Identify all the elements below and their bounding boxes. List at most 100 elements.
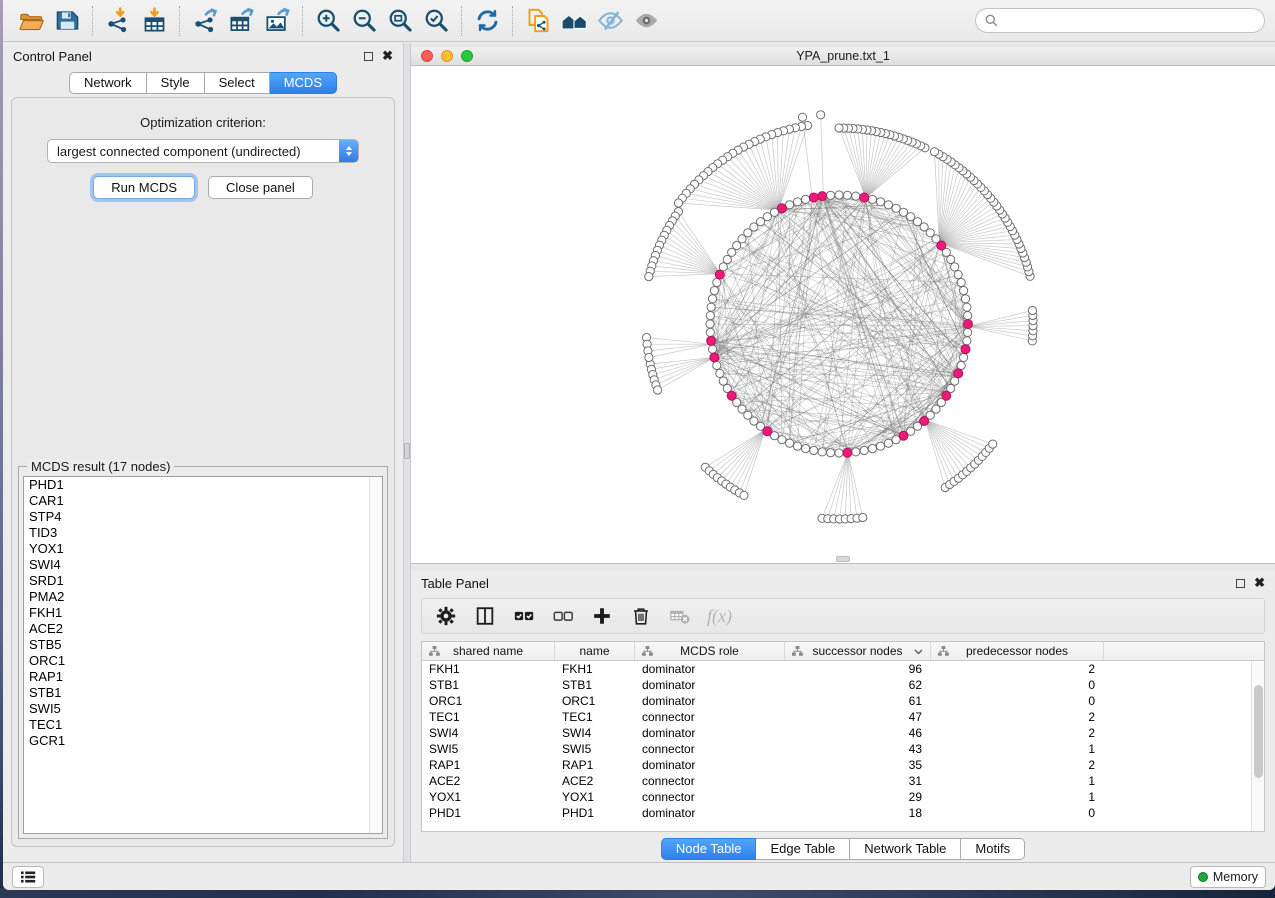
zoom-in-icon[interactable]: [310, 4, 346, 38]
network-canvas[interactable]: [411, 66, 1275, 563]
table-scrollbar-thumb[interactable]: [1254, 685, 1263, 779]
mcds-result-item[interactable]: PHD1: [24, 477, 382, 493]
select-all-icon[interactable]: [512, 604, 536, 628]
mcds-result-item[interactable]: TEC1: [24, 717, 382, 733]
tab-motifs[interactable]: Motifs: [961, 838, 1025, 860]
search-input[interactable]: [1004, 14, 1255, 28]
horizontal-scroll-handle[interactable]: [836, 556, 850, 562]
column-header-shared-name[interactable]: shared name: [422, 642, 555, 660]
table-row[interactable]: RAP1RAP1dominator352: [422, 757, 1264, 773]
delete-column-icon[interactable]: [629, 604, 653, 628]
table-row[interactable]: TEC1TEC1connector472: [422, 709, 1264, 725]
first-neighbors-icon[interactable]: [556, 4, 592, 38]
cell-name: SWI5: [555, 742, 635, 756]
mcds-result-item[interactable]: SWI4: [24, 557, 382, 573]
column-header-predecessor-nodes[interactable]: predecessor nodes: [931, 642, 1104, 660]
mcds-result-item[interactable]: GCR1: [24, 733, 382, 749]
import-network-icon[interactable]: [100, 4, 136, 38]
export-table-icon[interactable]: [223, 4, 259, 38]
column-header-MCDS-role[interactable]: MCDS role: [635, 642, 785, 660]
mcds-result-item[interactable]: SWI5: [24, 701, 382, 717]
mcds-result-item[interactable]: SRD1: [24, 573, 382, 589]
table-row[interactable]: SWI5SWI5connector431: [422, 741, 1264, 757]
mcds-result-items: PHD1CAR1STP4TID3YOX1SWI4SRD1PMA2FKH1ACE2…: [24, 477, 382, 749]
close-panel-button[interactable]: Close panel: [208, 176, 313, 199]
mcds-result-item[interactable]: STB1: [24, 685, 382, 701]
table-row[interactable]: FKH1FKH1dominator962: [422, 661, 1264, 677]
cell-name: RAP1: [555, 758, 635, 772]
panel-list-button[interactable]: [12, 866, 44, 888]
optimization-criterion-label: Optimization criterion:: [12, 115, 394, 130]
search-field[interactable]: [975, 8, 1265, 33]
run-mcds-button[interactable]: Run MCDS: [93, 176, 195, 199]
add-column-icon[interactable]: [590, 604, 614, 628]
tab-network-table[interactable]: Network Table: [850, 838, 961, 860]
cell-predecessor-nodes: 2: [931, 726, 1104, 740]
show-all-icon[interactable]: [628, 4, 664, 38]
save-session-icon[interactable]: [49, 4, 85, 38]
table-row[interactable]: SWI4SWI4dominator462: [422, 725, 1264, 741]
table-row[interactable]: ORC1ORC1dominator610: [422, 693, 1264, 709]
optimization-criterion-dropdown[interactable]: largest connected component (undirected): [47, 139, 359, 163]
cell-MCDS-role: connector: [635, 710, 785, 724]
mcds-result-item[interactable]: STB5: [24, 637, 382, 653]
table-settings-gear-icon[interactable]: [434, 604, 458, 628]
tab-mcds[interactable]: MCDS: [270, 72, 337, 94]
cell-MCDS-role: dominator: [635, 662, 785, 676]
float-panel-icon[interactable]: [364, 52, 373, 61]
mcds-result-item[interactable]: YOX1: [24, 541, 382, 557]
zoom-out-icon[interactable]: [346, 4, 382, 38]
open-file-icon[interactable]: [13, 4, 49, 38]
cell-predecessor-nodes: 0: [931, 694, 1104, 708]
export-image-icon[interactable]: [259, 4, 295, 38]
cell-predecessor-nodes: 1: [931, 774, 1104, 788]
mcds-result-item[interactable]: ORC1: [24, 653, 382, 669]
column-header-filler: [1104, 642, 1264, 660]
tab-edge-table[interactable]: Edge Table: [756, 838, 850, 860]
tab-node-table[interactable]: Node Table: [661, 838, 757, 860]
mcds-result-item[interactable]: FKH1: [24, 605, 382, 621]
cell-MCDS-role: dominator: [635, 758, 785, 772]
mcds-result-item[interactable]: STP4: [24, 509, 382, 525]
splitter-handle[interactable]: [404, 443, 410, 459]
cell-predecessor-nodes: 0: [931, 806, 1104, 820]
import-table-icon[interactable]: [136, 4, 172, 38]
duplicate-network-icon[interactable]: [520, 4, 556, 38]
column-header-successor-nodes[interactable]: successor nodes: [785, 642, 931, 660]
table-row[interactable]: STB1STB1dominator620: [422, 677, 1264, 693]
deselect-all-icon[interactable]: [551, 604, 575, 628]
mcds-result-item[interactable]: ACE2: [24, 621, 382, 637]
column-header-name[interactable]: name: [555, 642, 635, 660]
network-window: YPA_prune.txt_1: [411, 47, 1275, 564]
tab-select[interactable]: Select: [205, 72, 270, 94]
tab-network[interactable]: Network: [69, 72, 147, 94]
tab-style[interactable]: Style: [147, 72, 205, 94]
close-panel-icon[interactable]: ✖: [382, 51, 393, 61]
table-scrollbar[interactable]: [1251, 661, 1264, 831]
delete-table-icon-disabled: [668, 604, 692, 628]
cell-shared-name: FKH1: [422, 662, 555, 676]
mcds-result-item[interactable]: TID3: [24, 525, 382, 541]
mcds-result-item[interactable]: PMA2: [24, 589, 382, 605]
app-window: Control Panel ✖ NetworkStyleSelectMCDS O…: [3, 0, 1275, 890]
refresh-icon[interactable]: [469, 4, 505, 38]
mcds-result-list[interactable]: PHD1CAR1STP4TID3YOX1SWI4SRD1PMA2FKH1ACE2…: [23, 476, 383, 834]
close-table-panel-icon[interactable]: ✖: [1254, 578, 1265, 588]
mcds-result-item[interactable]: CAR1: [24, 493, 382, 509]
show-column-icon[interactable]: [473, 604, 497, 628]
table-row[interactable]: PHD1PHD1dominator180: [422, 805, 1264, 821]
mcds-result-item[interactable]: RAP1: [24, 669, 382, 685]
table-row[interactable]: ACE2ACE2connector311: [422, 773, 1264, 789]
network-window-titlebar[interactable]: YPA_prune.txt_1: [411, 47, 1275, 66]
hide-selected-icon[interactable]: [592, 4, 628, 38]
zoom-selected-icon[interactable]: [418, 4, 454, 38]
network-graph[interactable]: [411, 66, 1275, 563]
table-row[interactable]: YOX1YOX1connector291: [422, 789, 1264, 805]
export-network-icon[interactable]: [187, 4, 223, 38]
vertical-splitter[interactable]: [403, 43, 411, 862]
memory-button[interactable]: Memory: [1190, 866, 1266, 888]
float-table-panel-icon[interactable]: [1236, 579, 1245, 588]
zoom-fit-icon[interactable]: [382, 4, 418, 38]
toolbar-separator: [92, 6, 93, 36]
mcds-list-scrollbar[interactable]: [369, 477, 382, 833]
